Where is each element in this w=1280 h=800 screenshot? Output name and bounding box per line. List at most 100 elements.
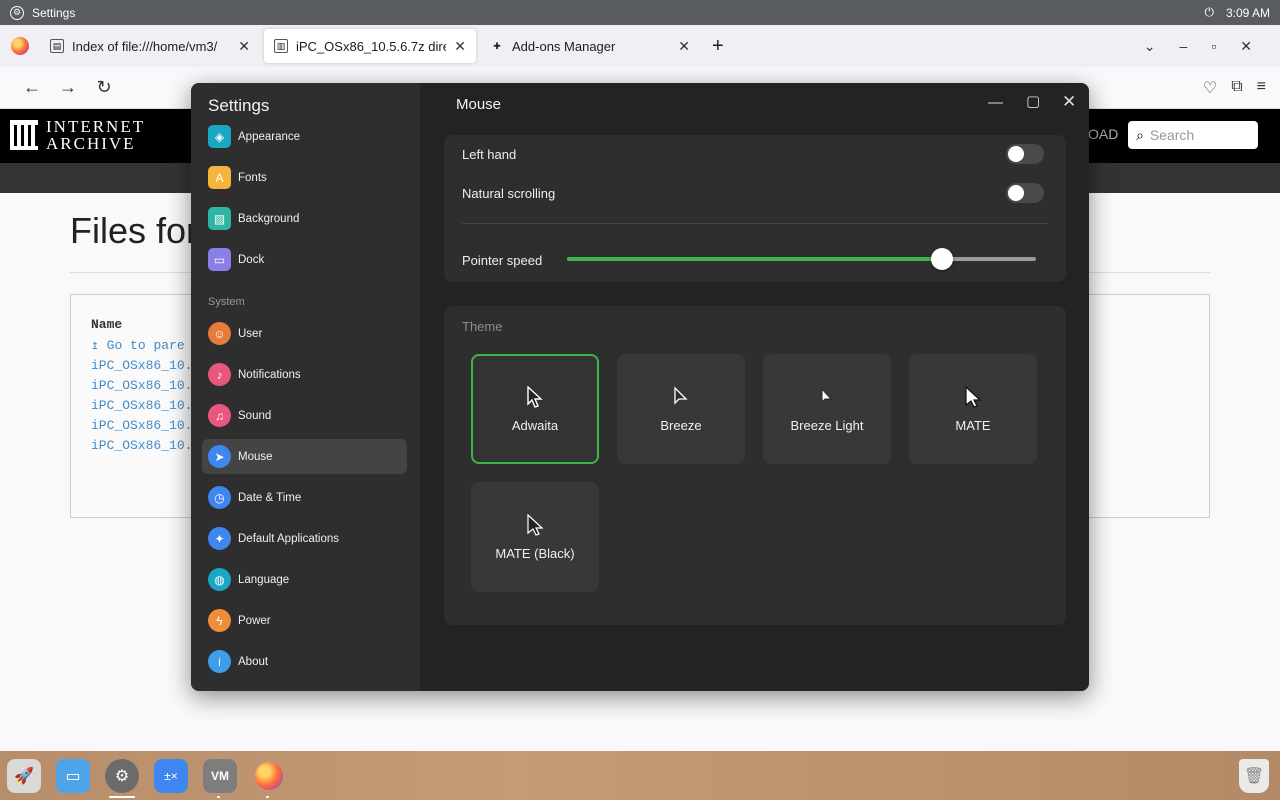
sidebar-item-label: Appearance bbox=[238, 130, 301, 143]
sidebar-item-appearance[interactable]: ◈ Appearance bbox=[202, 119, 407, 154]
files-icon[interactable]: ▭ bbox=[56, 759, 90, 793]
sidebar-item-notifications[interactable]: ♪ Notifications bbox=[202, 357, 407, 392]
tab-index[interactable]: ▤ Index of file:///home/vm3/ ✕ bbox=[40, 29, 260, 63]
system-top-bar: ⚙ Settings ⏻ 3:09 AM bbox=[0, 0, 1280, 25]
vmware-icon[interactable]: VM bbox=[203, 759, 237, 793]
upload-link[interactable]: OAD bbox=[1088, 126, 1118, 142]
up-arrow-icon: ↥ bbox=[91, 338, 107, 353]
left-hand-toggle[interactable] bbox=[1006, 144, 1044, 164]
firefox-icon[interactable] bbox=[252, 759, 286, 793]
power-icon: ϟ bbox=[208, 609, 231, 632]
natural-scrolling-label: Natural scrolling bbox=[462, 186, 556, 201]
tab-archive[interactable]: ▥ iPC_OSx86_10.5.6.7z direc ✕ bbox=[264, 29, 476, 63]
theme-breeze[interactable]: Breeze bbox=[617, 354, 745, 464]
tab-title: Index of file:///home/vm3/ bbox=[72, 38, 218, 54]
close-icon[interactable]: ✕ bbox=[454, 38, 466, 55]
sidebar-item-label: Sound bbox=[238, 409, 272, 422]
name-column-header[interactable]: Name bbox=[91, 317, 192, 332]
running-indicator bbox=[109, 796, 135, 798]
settings-sidebar: Settings System ◈ Appearance A Fonts ▨ Backgr… bbox=[191, 83, 420, 691]
theme-adwaita[interactable]: Adwaita bbox=[471, 354, 599, 464]
minimize-button[interactable]: — bbox=[988, 94, 1003, 111]
theme-card: Theme Adwaita Breeze Breeze Light MATE M… bbox=[444, 306, 1066, 625]
power-icon[interactable]: ⏻ bbox=[1204, 5, 1214, 20]
page-title: Mouse bbox=[456, 96, 502, 113]
sidebar-item-about[interactable]: i About bbox=[202, 644, 407, 679]
tab-addons[interactable]: ✚ Add-ons Manager ✕ bbox=[480, 29, 700, 63]
sound-icon: ♫ bbox=[208, 404, 231, 427]
sidebar-item-fonts[interactable]: A Fonts bbox=[202, 160, 407, 195]
calculator-icon[interactable]: ±× bbox=[154, 759, 188, 793]
sidebar-item-dock[interactable]: ▭ Dock bbox=[202, 242, 407, 277]
running-indicator bbox=[266, 796, 269, 798]
reload-button[interactable]: ↻ bbox=[86, 77, 122, 98]
theme-name: Breeze Light bbox=[790, 417, 864, 433]
file-link[interactable]: iPC_OSx86_10. bbox=[91, 358, 192, 378]
theme-mate-black[interactable]: MATE (Black) bbox=[471, 482, 599, 592]
settings-icon[interactable]: ⚙ bbox=[105, 759, 139, 793]
pointer-speed-slider[interactable] bbox=[567, 248, 1036, 270]
sidebar-item-label: User bbox=[238, 327, 263, 340]
forward-button[interactable]: → bbox=[50, 77, 86, 98]
back-button[interactable]: ← bbox=[14, 77, 50, 98]
cursor-icon bbox=[527, 513, 544, 536]
page-icon: ▤ bbox=[50, 39, 64, 53]
sidebar-item-date-time[interactable]: ◷ Date & Time bbox=[202, 480, 407, 515]
new-tab-button[interactable]: + bbox=[712, 35, 724, 58]
user-icon: ☺ bbox=[208, 322, 231, 345]
trash-icon[interactable]: 🗑 bbox=[1239, 759, 1269, 793]
sidebar-item-background[interactable]: ▨ Background bbox=[202, 201, 407, 236]
close-window-button[interactable]: ✕ bbox=[1240, 38, 1252, 55]
sidebar-item-mouse[interactable]: ➤ Mouse bbox=[202, 439, 407, 474]
notifications-icon: ♪ bbox=[208, 363, 231, 386]
launcher-icon[interactable]: 🚀 bbox=[7, 759, 41, 793]
file-link[interactable]: iPC_OSx86_10. bbox=[91, 378, 192, 398]
default-apps-icon: ✦ bbox=[208, 527, 231, 550]
maximize-button[interactable]: ▢ bbox=[1026, 92, 1040, 110]
logo-line2: ARCHIVE bbox=[46, 134, 136, 153]
clock[interactable]: 3:09 AM bbox=[1226, 6, 1270, 20]
close-icon[interactable]: ✕ bbox=[678, 38, 690, 55]
sidebar-item-label: Dock bbox=[238, 253, 265, 266]
file-link[interactable]: iPC_OSx86_10. bbox=[91, 438, 192, 458]
info-icon: i bbox=[208, 650, 231, 673]
sidebar-item-label: Date & Time bbox=[238, 491, 302, 504]
background-icon: ▨ bbox=[208, 207, 231, 230]
theme-name: Adwaita bbox=[511, 417, 559, 433]
menu-icon[interactable]: ≡ bbox=[1257, 78, 1266, 98]
settings-window: Settings System ◈ Appearance A Fonts ▨ Backgr… bbox=[191, 83, 1089, 691]
ia-logo[interactable]: INTERNET ARCHIVE bbox=[10, 118, 145, 152]
chevron-down-icon[interactable]: ⌄ bbox=[1144, 38, 1156, 55]
sidebar-item-user[interactable]: ☺ User bbox=[202, 316, 407, 351]
dock: 🚀 ▭ ⚙ ±× VM 🗑 bbox=[0, 751, 1280, 800]
close-button[interactable]: ✕ bbox=[1062, 92, 1076, 112]
theme-breeze-light[interactable]: Breeze Light bbox=[763, 354, 891, 464]
minimize-button[interactable]: – bbox=[1180, 38, 1188, 54]
page-title: Files for bbox=[70, 210, 199, 251]
file-link[interactable]: iPC_OSx86_10. bbox=[91, 418, 192, 438]
sidebar-item-label: About bbox=[238, 655, 269, 668]
theme-name: Breeze bbox=[660, 417, 702, 433]
sidebar-item-label: Notifications bbox=[238, 368, 301, 381]
firefox-icon bbox=[0, 37, 40, 55]
search-input[interactable]: ⌕ Search bbox=[1128, 121, 1258, 149]
parent-link[interactable]: ↥ Go to pare bbox=[91, 338, 192, 358]
slider-handle[interactable] bbox=[931, 248, 954, 270]
file-link[interactable]: iPC_OSx86_10. bbox=[91, 398, 192, 418]
sidebar-item-power[interactable]: ϟ Power bbox=[202, 603, 407, 638]
sidebar-item-sound[interactable]: ♫ Sound bbox=[202, 398, 407, 433]
temple-icon bbox=[10, 120, 38, 150]
theme-name: MATE (Black) bbox=[495, 545, 575, 561]
theme-mate[interactable]: MATE bbox=[909, 354, 1037, 464]
pocket-icon[interactable]: ♡ bbox=[1203, 78, 1217, 98]
sidebar-item-language[interactable]: ◍ Language bbox=[202, 562, 407, 597]
close-icon[interactable]: ✕ bbox=[238, 38, 250, 55]
cursor-icon bbox=[965, 385, 982, 408]
sidebar-item-default-applications[interactable]: ✦ Default Applications bbox=[202, 521, 407, 556]
extensions-icon[interactable]: ⧉ bbox=[1231, 78, 1242, 98]
restore-button[interactable]: ▫ bbox=[1211, 38, 1216, 54]
mouse-settings-pane: Mouse — ▢ ✕ Left hand Natural scrolling … bbox=[420, 83, 1089, 691]
fonts-icon: A bbox=[208, 166, 231, 189]
natural-scrolling-toggle[interactable] bbox=[1006, 183, 1044, 203]
tab-title: Add-ons Manager bbox=[512, 38, 616, 54]
